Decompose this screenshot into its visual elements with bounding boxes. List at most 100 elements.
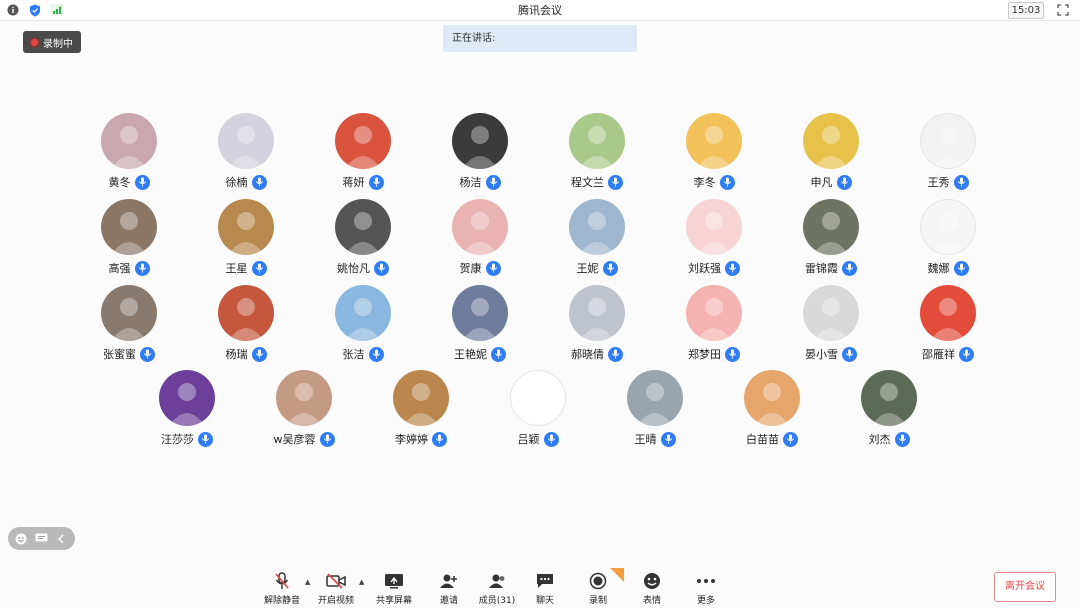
participant-tile[interactable]: 吕颖 xyxy=(483,370,593,450)
participant-tile[interactable]: 张洁 xyxy=(308,285,418,365)
participant-tile[interactable]: 李婷婷 xyxy=(366,370,476,450)
participant-name-row: 张洁 xyxy=(308,346,418,362)
share-screen-label: 共享屏幕 xyxy=(375,596,412,606)
avatar[interactable] xyxy=(803,113,859,169)
avatar[interactable] xyxy=(803,285,859,341)
chat-button[interactable]: 聊天 xyxy=(517,571,573,606)
avatar[interactable] xyxy=(452,113,508,169)
avatar[interactable] xyxy=(452,285,508,341)
participant-tile[interactable]: 高强 xyxy=(74,199,184,279)
avatar[interactable] xyxy=(510,370,566,426)
avatar[interactable] xyxy=(569,285,625,341)
participant-name: 郝晓倩 xyxy=(571,348,604,361)
start-video-button[interactable]: 开启视频 xyxy=(308,571,364,606)
mic-icon xyxy=(368,174,384,190)
window-title: 腾讯会议 xyxy=(518,4,562,17)
participant-tile[interactable]: 魏娜 xyxy=(893,199,1003,279)
participant-tile[interactable]: 郝晓倩 xyxy=(542,285,652,365)
participant-tile[interactable]: 王秀 xyxy=(893,113,1003,193)
avatar[interactable] xyxy=(686,199,742,255)
participant-tile[interactable]: 邵雁祥 xyxy=(893,285,1003,365)
participant-tile[interactable]: 张蜜蜜 xyxy=(74,285,184,365)
participant-tile[interactable]: 白苗苗 xyxy=(717,370,827,450)
video-options-caret-icon[interactable]: ▲ xyxy=(359,578,364,586)
avatar[interactable] xyxy=(159,370,215,426)
participant-tile[interactable]: w吴彦蓉 xyxy=(249,370,359,450)
participant-tile[interactable]: 蒋妍 xyxy=(308,113,418,193)
participant-tile[interactable]: 杨洁 xyxy=(425,113,535,193)
participant-tile[interactable]: 汪莎莎 xyxy=(132,370,242,450)
record-label: 录制 xyxy=(588,596,607,606)
avatar[interactable] xyxy=(744,370,800,426)
avatar[interactable] xyxy=(218,113,274,169)
participant-name: 刘杰 xyxy=(868,433,891,446)
mic-icon xyxy=(368,346,384,362)
chat-icon xyxy=(537,574,553,588)
participant-tile[interactable]: 程文兰 xyxy=(542,113,652,193)
participant-tile[interactable]: 杨瑞 xyxy=(191,285,301,365)
avatar[interactable] xyxy=(627,370,683,426)
participant-tile[interactable]: 刘跃强 xyxy=(659,199,769,279)
participant-name: 张洁 xyxy=(342,348,365,361)
share-screen-button[interactable]: 共享屏幕 xyxy=(366,571,422,606)
avatar[interactable] xyxy=(101,113,157,169)
participant-tile[interactable]: 黄冬 xyxy=(74,113,184,193)
leave-meeting-button[interactable]: 离开会议 xyxy=(994,572,1056,602)
avatar[interactable] xyxy=(861,370,917,426)
participant-name-row: 程文兰 xyxy=(542,174,652,190)
avatar[interactable] xyxy=(920,113,976,169)
participant-name: 申凡 xyxy=(810,176,833,189)
avatar[interactable] xyxy=(569,199,625,255)
participant-name-row: 贺康 xyxy=(425,260,535,276)
avatar[interactable] xyxy=(276,370,332,426)
reactions-label: 表情 xyxy=(642,596,661,606)
participant-tile[interactable]: 王星 xyxy=(191,199,301,279)
avatar[interactable] xyxy=(686,113,742,169)
avatar[interactable] xyxy=(101,199,157,255)
record-button[interactable]: 录制 xyxy=(570,568,626,606)
floating-mini-bar[interactable] xyxy=(8,527,75,550)
participant-tile[interactable]: 徐楠 xyxy=(191,113,301,193)
unmute-button[interactable]: 解除静音 xyxy=(254,571,310,606)
avatar[interactable] xyxy=(920,199,976,255)
participant-name: w吴彦蓉 xyxy=(273,433,316,446)
avatar[interactable] xyxy=(335,113,391,169)
chat-bubble-icon[interactable] xyxy=(34,532,48,546)
avatar[interactable] xyxy=(393,370,449,426)
avatar[interactable] xyxy=(101,285,157,341)
participant-name: 高强 xyxy=(108,262,131,275)
participant-tile[interactable]: 王晴 xyxy=(600,370,710,450)
participant-name-row: 刘跃强 xyxy=(659,260,769,276)
avatar[interactable] xyxy=(335,285,391,341)
avatar[interactable] xyxy=(803,199,859,255)
participant-tile[interactable]: 雷锦霞 xyxy=(776,199,886,279)
emoji-icon[interactable] xyxy=(14,532,28,546)
fullscreen-icon[interactable] xyxy=(1056,3,1070,17)
participant-tile[interactable]: 王妮 xyxy=(542,199,652,279)
avatar[interactable] xyxy=(686,285,742,341)
participant-tile[interactable]: 王艳妮 xyxy=(425,285,535,365)
participant-tile[interactable]: 姚怡凡 xyxy=(308,199,418,279)
avatar[interactable] xyxy=(218,199,274,255)
avatar[interactable] xyxy=(452,199,508,255)
avatar[interactable] xyxy=(920,285,976,341)
participant-name: 程文兰 xyxy=(571,176,604,189)
collapse-chevron-icon[interactable] xyxy=(54,532,68,546)
participant-tile[interactable]: 贺康 xyxy=(425,199,535,279)
avatar[interactable] xyxy=(569,113,625,169)
reactions-button[interactable]: 表情 xyxy=(624,571,680,606)
recording-badge[interactable]: 录制中 xyxy=(23,31,81,53)
participant-tile[interactable]: 李冬 xyxy=(659,113,769,193)
avatar[interactable] xyxy=(218,285,274,341)
participant-name-row: 杨瑞 xyxy=(191,346,301,362)
participant-tile[interactable]: 晏小雪 xyxy=(776,285,886,365)
recording-corner-badge-icon xyxy=(610,568,624,582)
mic-icon xyxy=(485,174,501,190)
mic-muted-icon xyxy=(275,572,289,589)
participant-tile[interactable]: 申凡 xyxy=(776,113,886,193)
avatar[interactable] xyxy=(335,199,391,255)
participant-name: 徐楠 xyxy=(225,176,248,189)
participant-tile[interactable]: 刘杰 xyxy=(834,370,944,450)
participant-tile[interactable]: 郑梦田 xyxy=(659,285,769,365)
more-button[interactable]: 更多 xyxy=(678,571,734,606)
